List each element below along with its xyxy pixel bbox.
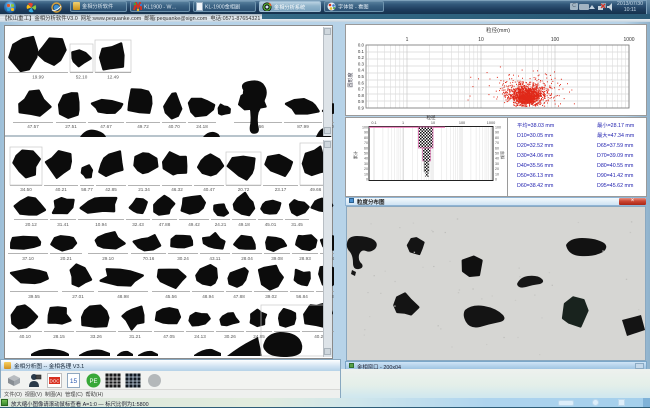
svg-text:DOC: DOC	[50, 379, 61, 384]
svg-text:PE: PE	[89, 379, 97, 385]
svg-text:15: 15	[70, 378, 78, 385]
